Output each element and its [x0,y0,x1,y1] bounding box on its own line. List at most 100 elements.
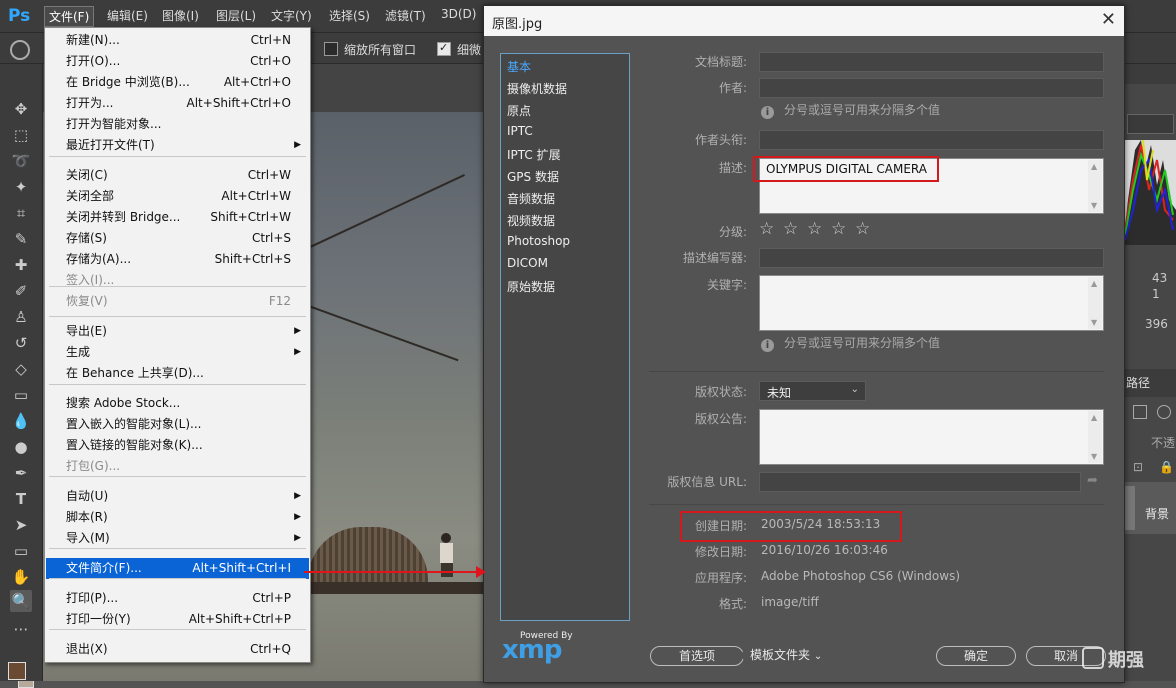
menu-item-place-embedded[interactable]: 置入嵌入的智能对象(L)... [46,414,309,435]
sidebar-item-photoshop[interactable]: Photoshop [507,234,570,248]
menu-item-close-and-go-to-bridge[interactable]: 关闭并转到 Bridge... Shift+Ctrl+W [46,207,309,228]
menu-item-automate[interactable]: 自动(U) ▶ [46,486,309,507]
description-scrollbar[interactable]: ▲ ▼ [1088,160,1102,212]
dodge-tool-icon[interactable]: ● [10,436,32,458]
scrubby-zoom-checkbox[interactable] [437,41,451,56]
menu-item-import[interactable]: 导入(M) ▶ [46,528,309,549]
menu-item-search-adobe-stock[interactable]: 搜索 Adobe Stock... [46,393,309,414]
menu-file[interactable]: 文件(F) [44,6,95,27]
menu-item-new[interactable]: 新建(N)... Ctrl+N [46,30,309,51]
pen-tool-icon[interactable]: ✒ [10,462,32,484]
gradient-tool-icon[interactable]: ▭ [10,384,32,406]
keywords-textarea[interactable]: ▲ ▼ [759,275,1104,331]
ok-button[interactable]: 确定 [936,646,1016,666]
blur-tool-icon[interactable]: 💧 [10,410,32,432]
preferences-button[interactable]: 首选项 [650,646,744,666]
menu-item-exit[interactable]: 退出(X) Ctrl+Q [46,639,309,660]
stamp-tool-icon[interactable]: ♙ [10,306,32,328]
menu-item-label: 签入(I)... [66,273,115,287]
copyright-notice-textarea[interactable]: ▲ ▼ [759,409,1104,465]
hand-tool-icon[interactable]: ✋ [10,566,32,588]
menu-3d[interactable]: 3D(D) [441,7,476,21]
crop-tool-icon[interactable]: ⌗ [10,202,32,224]
menu-item-export[interactable]: 导出(E) ▶ [46,321,309,342]
menu-item-print[interactable]: 打印(P)... Ctrl+P [46,588,309,609]
description-writer-input[interactable] [759,248,1104,268]
info-icon: i [761,339,774,352]
sidebar-item-dicom[interactable]: DICOM [507,256,548,270]
sidebar-item-basic[interactable]: 基本 [507,58,531,75]
adjustment-filter-icon[interactable] [1157,405,1171,419]
copyright-notice-scrollbar[interactable]: ▲ ▼ [1088,411,1102,463]
foreground-color-swatch[interactable] [8,662,26,680]
sidebar-item-iptc-extension[interactable]: IPTC 扩展 [507,146,561,163]
sidebar-item-iptc[interactable]: IPTC [507,124,533,138]
tab-paths[interactable]: 路径 [1126,374,1150,391]
menu-item-label: 关闭全部 [66,189,115,203]
rating-star-3-icon[interactable]: ☆ [807,219,822,239]
close-icon[interactable]: ✕ [1101,9,1116,30]
menu-item-open-as[interactable]: 打开为... Alt+Shift+Ctrl+O [46,93,309,114]
history-brush-icon[interactable]: ↺ [10,332,32,354]
author-title-input[interactable] [759,130,1104,150]
eyedropper-icon[interactable]: ✎ [10,228,32,250]
eraser-tool-icon[interactable]: ◇ [10,358,32,380]
author-input[interactable] [759,78,1104,98]
chevron-down-icon: ⌄ [813,651,823,662]
sidebar-item-raw-data[interactable]: 原始数据 [507,278,555,295]
marquee-tool-icon[interactable]: ⬚ [10,124,32,146]
histogram-graph [1123,140,1176,245]
keywords-scrollbar[interactable]: ▲ ▼ [1088,277,1102,329]
magic-wand-icon[interactable]: ✦ [10,176,32,198]
path-select-icon[interactable]: ➤ [10,514,32,536]
healing-brush-icon[interactable]: ✚ [10,254,32,276]
brush-tool-icon[interactable]: ✐ [10,280,32,302]
template-folder-button[interactable]: 模板文件夹 ⌄ [742,646,842,664]
copyright-url-input[interactable] [759,472,1081,492]
menu-item-save[interactable]: 存储(S) Ctrl+S [46,228,309,249]
rating-star-4-icon[interactable]: ☆ [831,219,846,239]
menu-item-open[interactable]: 打开(O)... Ctrl+O [46,51,309,72]
menu-item-generate[interactable]: 生成 ▶ [46,342,309,363]
type-tool-icon[interactable]: T [10,488,32,510]
sidebar-item-origin[interactable]: 原点 [507,102,531,119]
zoom-tool-active-icon[interactable]: 🔍 [10,590,32,612]
menu-image[interactable]: 图像(I) [162,7,199,24]
callout-arrow [304,566,486,578]
move-tool-icon[interactable]: ✥ [10,98,32,120]
lock-position-icon[interactable]: ⊡ [1133,460,1143,474]
shape-tool-icon[interactable]: ▭ [10,540,32,562]
sidebar-item-video[interactable]: 视频数据 [507,212,555,229]
menu-item-close-all[interactable]: 关闭全部 Alt+Ctrl+W [46,186,309,207]
menu-item-browse-bridge[interactable]: 在 Bridge 中浏览(B)... Alt+Ctrl+O [46,72,309,93]
more-tools-icon[interactable]: ⋯ [10,618,32,640]
menu-select[interactable]: 选择(S) [329,7,370,24]
menu-item-place-linked[interactable]: 置入链接的智能对象(K)... [46,435,309,456]
rating-star-2-icon[interactable]: ☆ [783,219,798,239]
sidebar-item-audio[interactable]: 音频数据 [507,190,555,207]
open-url-arrow-icon[interactable]: ➦ [1087,473,1098,488]
lock-all-icon[interactable]: 🔒 [1159,460,1174,474]
zoom-all-windows-checkbox[interactable] [324,42,338,56]
rating-star-5-icon[interactable]: ☆ [855,219,870,239]
sidebar-item-gps[interactable]: GPS 数据 [507,168,559,185]
sidebar-item-camera-data[interactable]: 摄像机数据 [507,80,567,97]
histogram-channel-select[interactable] [1127,114,1174,134]
menu-item-close[interactable]: 关闭(C) Ctrl+W [46,165,309,186]
menu-item-save-as[interactable]: 存储为(A)... Shift+Ctrl+S [46,249,309,270]
copyright-status-select[interactable]: 未知 ⌄ [759,381,866,401]
doc-title-input[interactable] [759,52,1104,72]
menu-layer[interactable]: 图层(L) [216,7,256,24]
lasso-tool-icon[interactable]: ➰ [10,150,32,172]
rating-star-1-icon[interactable]: ☆ [759,219,774,239]
menu-edit[interactable]: 编辑(E) [107,7,148,24]
menu-item-recent-files[interactable]: 最近打开文件(T) ▶ [46,135,309,156]
menu-item-file-info[interactable]: 文件简介(F)... Alt+Shift+Ctrl+I [46,558,309,579]
image-filter-icon[interactable] [1133,405,1147,419]
menu-item-print-one-copy[interactable]: 打印一份(Y) Alt+Shift+Ctrl+P [46,609,309,630]
menu-filter[interactable]: 滤镜(T) [385,7,426,24]
menu-item-scripts[interactable]: 脚本(R) ▶ [46,507,309,528]
menu-item-open-as-smart-object[interactable]: 打开为智能对象... [46,114,309,135]
menu-type[interactable]: 文字(Y) [271,7,312,24]
menu-item-share-behance[interactable]: 在 Behance 上共享(D)... [46,363,309,384]
